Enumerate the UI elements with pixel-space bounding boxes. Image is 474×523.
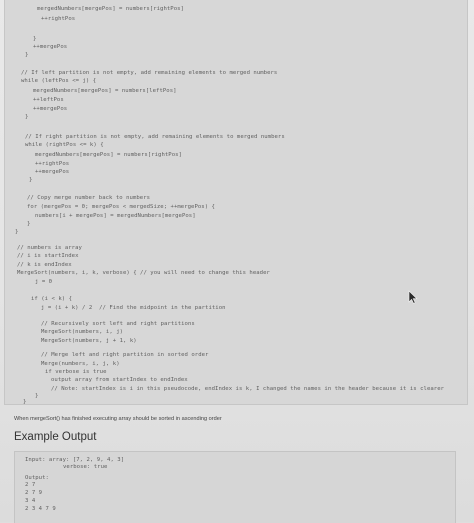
output-line: 2 3 4 7 9 [25,506,56,512]
sorted-description: When mergeSort() has finished executing … [14,416,222,422]
code-line: numbers[i + mergePos] = mergedNumbers[me… [35,213,196,219]
output-line: 2 7 9 [25,490,43,496]
code-line: while (rightPos <= k) { [25,142,104,148]
code-line: MergeSort(numbers, i, k, verbose) { // y… [17,270,270,276]
code-line: ++mergePos [33,106,68,112]
output-line: 3 4 [25,498,36,504]
code-line: ++rightPos [35,161,70,167]
code-line: // Merge left and right partition in sor… [41,352,209,358]
code-line: ++mergePos [33,44,68,50]
code-line: for (mergePos = 0; mergePos < mergedSize… [27,204,215,210]
output-line: Input: array: [7, 2, 9, 4, 3] [25,457,125,463]
code-line: ++mergePos [35,169,70,175]
code-line: while (leftPos <= j) { [21,78,97,84]
output-line: Output: [25,475,49,481]
output-line: 2 7 [25,482,36,488]
output-line: verbose: true [63,464,108,470]
code-line: mergedNumbers[mergePos] = numbers[rightP… [35,152,182,158]
code-line: j = 0 [35,279,53,285]
code-line: // numbers is array [17,245,82,251]
code-line: } [25,52,29,58]
code-line: } [27,221,31,227]
code-line: j = (i + k) / 2 // Find the midpoint in … [41,305,226,311]
code-line: // Note: startIndex is i in this pseudoc… [51,386,445,392]
code-line: // k is endIndex [17,262,72,268]
code-line: ++leftPos [33,97,64,103]
code-line: if verbose is true [45,369,107,375]
code-line: MergeSort(numbers, i, j) [41,329,124,335]
code-line: } [23,399,27,405]
code-line: // Recursively sort left and right parti… [41,321,195,327]
code-line: if (i < k) { [31,296,73,302]
code-line: } [25,114,29,120]
code-line: // If left partition is not empty, add r… [21,70,278,76]
code-line: // Copy merge number back to numbers [27,195,151,201]
code-line: } [15,229,19,235]
code-line: ++rightPos [41,16,76,22]
example-output-title: Example Output [14,431,97,443]
code-line: mergedNumbers[mergePos] = numbers[rightP… [37,6,184,12]
pseudocode-block: mergedNumbers[mergePos] = numbers[rightP… [4,0,468,405]
example-output-block: Input: array: [7, 2, 9, 4, 3] verbose: tr… [14,451,456,523]
code-line: output array from startIndex to endIndex [51,377,188,383]
code-line: Merge(numbers, i, j, k) [41,361,120,367]
document-page: mergedNumbers[mergePos] = numbers[rightP… [0,0,474,523]
code-line: mergedNumbers[mergePos] = numbers[leftPo… [33,88,177,94]
code-line: // i is startIndex [17,253,79,259]
code-line: // If right partition is not empty, add … [25,134,285,140]
code-line: MergeSort(numbers, j + 1, k) [41,338,137,344]
code-line: } [29,177,33,183]
code-line: } [33,36,37,42]
mouse-pointer-icon [408,290,418,304]
code-line: } [35,393,39,399]
